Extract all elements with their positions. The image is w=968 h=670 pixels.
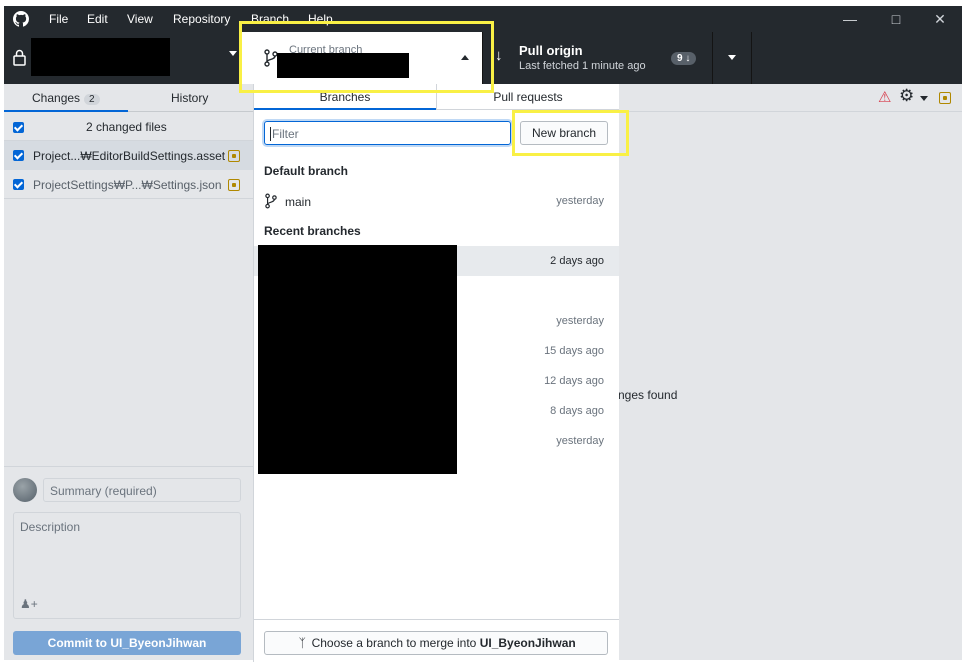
filter-placeholder: Filter [270, 127, 299, 141]
highlight-new-branch [512, 110, 629, 156]
minimize-button[interactable]: — [830, 6, 870, 32]
branch-item-main[interactable]: main yesterday [254, 186, 619, 216]
tab-history[interactable]: History [128, 84, 253, 112]
highlight-current-branch [239, 21, 494, 93]
filter-input[interactable]: Filter [264, 121, 511, 145]
tab-history-label: History [171, 91, 209, 105]
repository-selector[interactable] [4, 32, 241, 84]
caret-down-icon [728, 55, 736, 60]
select-all-checkbox[interactable] [13, 122, 24, 133]
file-modified-icon [228, 150, 240, 162]
git-branch-icon [265, 193, 277, 209]
branch-name: main [285, 195, 312, 209]
menu-view[interactable]: View [127, 12, 153, 26]
pull-title: Pull origin [519, 43, 583, 58]
repository-name-redacted [31, 38, 170, 76]
merge-target: UI_ByeonJihwan [479, 636, 576, 650]
tab-changes[interactable]: Changes 2 [4, 84, 128, 112]
file-checkbox[interactable] [13, 179, 24, 190]
file-row[interactable]: ProjectSettings₩P...₩Settings.json [4, 170, 253, 199]
menu-file[interactable]: File [49, 12, 68, 26]
summary-placeholder: Summary (required) [50, 484, 157, 498]
merge-footer: ᛉ Choose a branch to merge into UI_Byeon… [254, 619, 619, 662]
github-logo-icon [13, 11, 29, 27]
commit-button-label: Commit to UI_ByeonJihwan [47, 636, 207, 650]
diff-toolbar: ⚠ ⚙ [618, 84, 962, 112]
caret-down-icon [229, 51, 237, 56]
branch-time: yesterday [556, 195, 604, 207]
arrow-down-icon: ↓ [495, 47, 503, 64]
branch-time: yesterday [556, 315, 604, 327]
branch-time: 8 days ago [550, 405, 604, 417]
file-row[interactable]: Project...₩EditorBuildSettings.asset [4, 141, 253, 170]
pull-count-badge: 9 ↓ [671, 52, 697, 65]
menu-repository[interactable]: Repository [173, 12, 230, 26]
add-coauthor-icon[interactable]: ♟+ [20, 597, 38, 611]
default-branch-header: Default branch [264, 164, 349, 178]
close-button[interactable]: ✕ [920, 6, 960, 32]
maximize-button[interactable]: □ [876, 6, 916, 32]
file-modified-icon [228, 179, 240, 191]
tab-pull-requests-label: Pull requests [493, 90, 563, 104]
summary-input[interactable]: Summary (required) [43, 478, 241, 502]
commit-button[interactable]: Commit to UI_ByeonJihwan [13, 631, 241, 655]
caret-down-icon [920, 96, 928, 101]
file-path: ProjectSettings₩P...₩Settings.json [33, 178, 222, 192]
changed-files-summary: 2 changed files [86, 120, 167, 134]
changes-sidebar: Changes 2 History 2 changed files Project… [4, 84, 253, 660]
pull-options-button[interactable] [713, 32, 751, 84]
merge-into-button[interactable]: ᛉ Choose a branch to merge into UI_Byeon… [264, 631, 608, 655]
pull-subtitle: Last fetched 1 minute ago [519, 60, 646, 72]
warning-icon[interactable]: ⚠ [878, 88, 891, 106]
avatar [13, 478, 37, 502]
tab-changes-label: Changes [32, 91, 81, 105]
description-placeholder: Description [20, 520, 81, 534]
diff-pane: ⚠ ⚙ nges found [618, 84, 962, 660]
branch-time: 2 days ago [550, 255, 604, 267]
git-merge-icon: ᛉ [298, 636, 306, 650]
recent-branches-header: Recent branches [264, 224, 361, 238]
changes-count-badge: 2 [84, 94, 100, 105]
branch-dropdown: Branches Pull requests Filter New branch… [253, 84, 619, 662]
lock-icon [13, 49, 26, 66]
gear-icon[interactable]: ⚙ [899, 86, 914, 106]
branch-time: 15 days ago [544, 345, 604, 357]
file-checkbox[interactable] [13, 150, 24, 161]
select-all-row: 2 changed files [4, 112, 253, 141]
close-icon: ✕ [934, 11, 946, 27]
description-input[interactable]: Description ♟+ [13, 512, 241, 619]
file-path: Project...₩EditorBuildSettings.asset [33, 149, 226, 163]
maximize-icon: □ [891, 11, 901, 27]
merge-prefix: Choose a branch to merge into [311, 636, 480, 650]
minimize-icon: — [843, 11, 857, 27]
branch-time: yesterday [556, 435, 604, 447]
pull-origin-button[interactable]: ↓ Pull origin Last fetched 1 minute ago … [483, 32, 712, 84]
recent-branch-names-redacted [258, 245, 457, 474]
menu-edit[interactable]: Edit [87, 12, 108, 26]
file-modified-icon [939, 92, 951, 104]
branch-time: 12 days ago [544, 375, 604, 387]
commit-area: Summary (required) Description ♟+ Commit… [4, 466, 253, 661]
no-changes-text: nges found [618, 388, 678, 402]
